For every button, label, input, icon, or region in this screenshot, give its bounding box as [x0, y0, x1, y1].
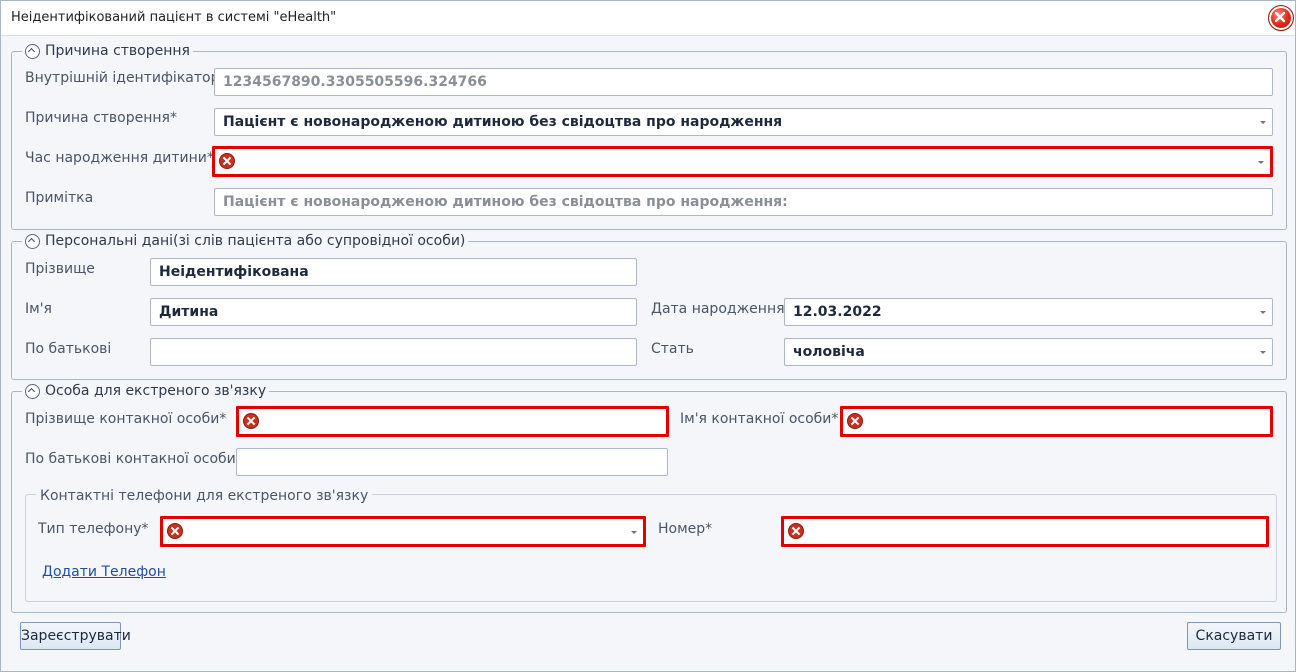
phone-type-select[interactable]: [160, 516, 646, 547]
error-icon: [219, 153, 235, 169]
patronymic-label: По батькові: [25, 341, 112, 357]
phones-group-title: Контактні телефони для екстреного зв'язк…: [36, 488, 373, 504]
birth-time-label: Час народження дитини*: [25, 150, 214, 166]
internal-id-value: 1234567890.3305505596.324766: [223, 74, 487, 90]
internal-id-field[interactable]: 1234567890.3305505596.324766: [214, 68, 1273, 96]
phone-number-field[interactable]: [781, 516, 1269, 547]
surname-field[interactable]: Неідентифікована: [150, 258, 637, 286]
dropdown-arrow-icon[interactable]: [1258, 161, 1264, 164]
contact-surname-field[interactable]: [236, 406, 669, 437]
phone-type-label: Тип телефону*: [38, 521, 149, 537]
reason-value: Пацієнт є новонародженою дитиною без сві…: [223, 114, 783, 130]
reason-select[interactable]: Пацієнт є новонародженою дитиною без сві…: [214, 108, 1273, 136]
contact-name-field[interactable]: [840, 406, 1273, 437]
emergency-group-legend[interactable]: Особа для екстреного зв'язку: [22, 383, 269, 399]
note-field[interactable]: Пацієнт є новонародженою дитиною без сві…: [214, 188, 1273, 216]
chevron-up-icon[interactable]: [25, 383, 40, 399]
reason-group-legend[interactable]: Причина створення: [22, 43, 193, 59]
window-title: Неідентифікований пацієнт в системі "eHe…: [11, 10, 337, 25]
surname-label: Прізвище: [25, 261, 95, 277]
error-icon: [788, 523, 804, 539]
sex-label: Стать: [651, 341, 694, 357]
error-icon: [243, 413, 259, 429]
birthdate-label: Дата народження: [651, 301, 785, 317]
note-value: Пацієнт є новонародженою дитиною без сві…: [223, 194, 788, 210]
note-label: Примітка: [25, 190, 94, 206]
contact-surname-label: Прізвище контакної особи*: [25, 411, 227, 427]
contact-patronymic-label: По батькові контакної особи: [25, 451, 236, 467]
error-icon: [847, 413, 863, 429]
name-value: Дитина: [159, 304, 219, 320]
birthdate-value: 12.03.2022: [793, 304, 882, 320]
title-bar: Неідентифікований пацієнт в системі "eHe…: [1, 1, 1295, 36]
patronymic-field[interactable]: [150, 338, 637, 366]
dropdown-arrow-icon[interactable]: [1260, 351, 1266, 354]
dropdown-arrow-icon[interactable]: [631, 531, 637, 534]
reason-label: Причина створення*: [25, 110, 177, 126]
personal-group-legend[interactable]: Персональні дані(зі слів пацієнта або су…: [22, 233, 468, 249]
contact-name-label: Ім'я контакної особи*: [680, 411, 839, 427]
contact-patronymic-field[interactable]: [236, 448, 668, 476]
name-label: Ім'я: [25, 301, 52, 317]
internal-id-label: Внутрішній ідентифікатор: [25, 70, 220, 86]
cancel-button[interactable]: Скасувати: [1187, 622, 1281, 650]
register-button[interactable]: Зареєструвати: [20, 622, 131, 650]
phones-group: [25, 494, 1277, 602]
dropdown-arrow-icon[interactable]: [1260, 311, 1266, 314]
phone-number-label: Номер*: [658, 521, 713, 537]
close-icon[interactable]: [1268, 5, 1294, 31]
birth-time-select[interactable]: [212, 146, 1273, 177]
name-field[interactable]: Дитина: [150, 298, 637, 326]
reason-group-title: Причина створення: [45, 43, 190, 59]
personal-group-title: Персональні дані(зі слів пацієнта або су…: [45, 233, 466, 249]
sex-select[interactable]: чоловіча: [784, 338, 1273, 366]
error-icon: [167, 523, 183, 539]
birthdate-picker[interactable]: 12.03.2022: [784, 298, 1273, 326]
emergency-group-title: Особа для екстреного зв'язку: [45, 383, 267, 399]
add-phone-link[interactable]: Додати Телефон: [42, 564, 166, 580]
dropdown-arrow-icon[interactable]: [1260, 121, 1266, 124]
sex-value: чоловіча: [793, 344, 865, 360]
chevron-up-icon[interactable]: [25, 43, 40, 59]
surname-value: Неідентифікована: [159, 264, 309, 280]
chevron-up-icon[interactable]: [25, 233, 40, 249]
